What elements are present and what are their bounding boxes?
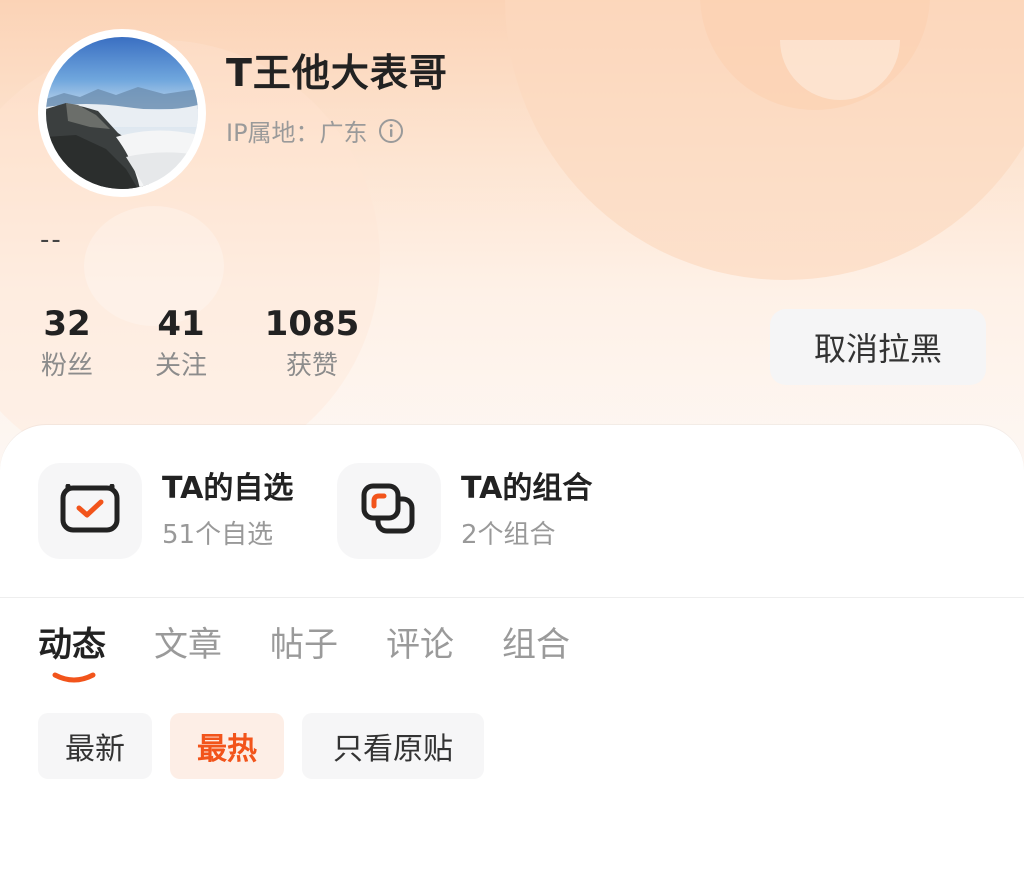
ip-location-row: IP属地：广东 [226,113,404,148]
avatar-image [46,37,198,189]
unblock-button[interactable]: 取消拉黑 [770,309,986,385]
tab-portfolios[interactable]: 组合 [502,621,570,669]
bio: -- [40,225,63,255]
portfolio-entry[interactable]: TA的组合 2个组合 [337,463,592,559]
filter-original-only[interactable]: 只看原贴 [302,713,484,779]
stat-followers[interactable]: 32 粉丝 [36,304,98,384]
avatar[interactable] [38,29,206,197]
content-card: TA的自选 51个自选 TA的组合 2个组合 动态 文章 帖子 评论 组合 最新… [0,425,1024,887]
watchlist-subtitle: 51个自选 [162,520,274,550]
stat-likes-label: 获赞 [285,351,338,381]
sort-filters: 最新 最热 只看原贴 [38,713,502,779]
watchlist-check-icon [60,483,120,538]
ip-location: IP属地：广东 [226,119,368,147]
watchlist-entry[interactable]: TA的自选 51个自选 [38,463,293,559]
stat-following-label: 关注 [154,351,207,381]
stat-followers-label: 粉丝 [40,351,93,381]
stat-followers-value: 32 [43,304,91,344]
tab-comments[interactable]: 评论 [386,621,454,669]
stat-following[interactable]: 41 关注 [150,304,212,384]
watchlist-icon-box [38,463,142,559]
info-icon[interactable] [378,118,404,144]
portfolio-stack-icon [359,482,419,540]
section-divider [0,597,1024,598]
tab-active-indicator [52,672,96,683]
tab-posts[interactable]: 帖子 [270,621,338,669]
stat-likes[interactable]: 1085 获赞 [264,304,360,384]
tab-dynamics[interactable]: 动态 [38,621,106,683]
stat-likes-value: 1085 [264,304,360,344]
username: T王他大表哥 [226,51,448,95]
portfolio-title: TA的组合 [461,471,593,506]
portfolio-subtitle: 2个组合 [461,520,556,550]
tab-dynamics-label: 动态 [38,625,106,665]
filter-latest[interactable]: 最新 [38,713,152,779]
profile-page: T王他大表哥 IP属地：广东 -- 32 粉丝 41 关注 1085 获赞 取消… [0,0,1024,887]
tab-articles[interactable]: 文章 [154,621,222,669]
watchlist-title: TA的自选 [162,471,294,506]
content-tabs: 动态 文章 帖子 评论 组合 [38,621,618,683]
stat-following-value: 41 [157,304,205,344]
filter-hottest[interactable]: 最热 [170,713,284,779]
portfolio-icon-box [337,463,441,559]
